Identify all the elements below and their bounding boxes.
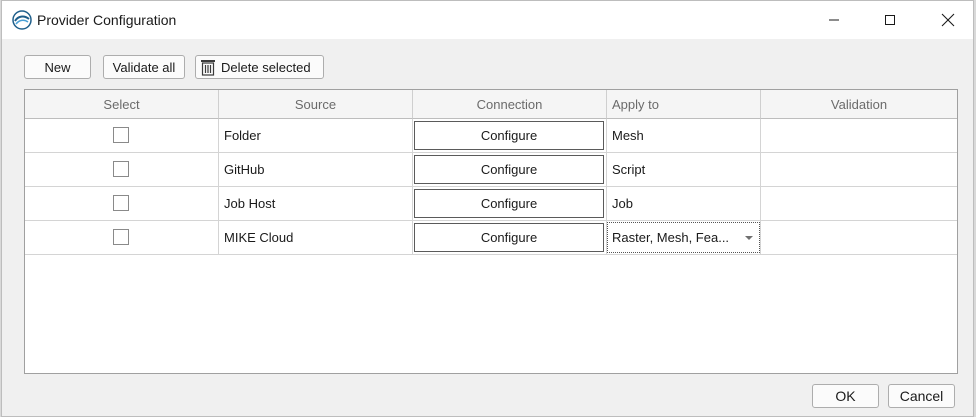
validate-all-button[interactable]: Validate all xyxy=(103,55,185,79)
configure-button[interactable]: Configure xyxy=(414,223,604,252)
column-header-validation[interactable]: Validation xyxy=(761,90,957,119)
configure-button[interactable]: Configure xyxy=(414,121,604,150)
row-select-checkbox[interactable] xyxy=(113,229,129,245)
table-row: GitHub Configure Script xyxy=(25,153,957,187)
configure-button[interactable]: Configure xyxy=(414,155,604,184)
table-row: Job Host Configure Job xyxy=(25,187,957,221)
table-row: MIKE Cloud Configure Raster, Mesh, Fea..… xyxy=(25,221,957,255)
configure-button[interactable]: Configure xyxy=(414,189,604,218)
validation-cell xyxy=(761,187,957,221)
select-cell xyxy=(25,221,219,255)
validation-cell xyxy=(761,221,957,255)
close-icon xyxy=(941,13,955,27)
row-select-checkbox[interactable] xyxy=(113,127,129,143)
apply-to-cell[interactable]: Mesh xyxy=(607,119,761,153)
apply-to-cell[interactable]: Script xyxy=(607,153,761,187)
provider-configuration-window: Provider Configuration New Validate all xyxy=(1,0,974,417)
select-cell xyxy=(25,187,219,221)
ok-button[interactable]: OK xyxy=(812,384,879,408)
title-bar[interactable]: Provider Configuration xyxy=(2,1,973,39)
new-button[interactable]: New xyxy=(24,55,91,79)
chevron-down-icon xyxy=(745,236,753,240)
trash-icon xyxy=(201,59,215,76)
source-cell: Job Host xyxy=(219,187,413,221)
validation-cell xyxy=(761,153,957,187)
validation-cell xyxy=(761,119,957,153)
select-cell xyxy=(25,119,219,153)
minimize-button[interactable] xyxy=(811,1,857,39)
column-header-source[interactable]: Source xyxy=(219,90,413,119)
provider-app-icon xyxy=(12,10,32,30)
row-select-checkbox[interactable] xyxy=(113,195,129,211)
column-header-apply-to[interactable]: Apply to xyxy=(607,90,761,119)
window-title: Provider Configuration xyxy=(37,12,177,28)
minimize-icon xyxy=(829,19,839,21)
apply-to-dropdown[interactable]: Raster, Mesh, Fea... xyxy=(607,222,760,253)
delete-selected-label: Delete selected xyxy=(221,59,311,75)
delete-selected-button[interactable]: Delete selected xyxy=(195,55,324,79)
apply-to-cell[interactable]: Job xyxy=(607,187,761,221)
apply-to-value: Raster, Mesh, Fea... xyxy=(612,230,730,245)
provider-grid: Select Source Connection Apply to Valida… xyxy=(24,89,958,374)
column-header-select[interactable]: Select xyxy=(25,90,219,119)
close-button[interactable] xyxy=(925,1,971,39)
maximize-icon xyxy=(885,15,895,25)
table-row: Folder Configure Mesh xyxy=(25,119,957,153)
source-cell: GitHub xyxy=(219,153,413,187)
column-header-connection[interactable]: Connection xyxy=(413,90,607,119)
source-cell: Folder xyxy=(219,119,413,153)
source-cell: MIKE Cloud xyxy=(219,221,413,255)
select-cell xyxy=(25,153,219,187)
row-select-checkbox[interactable] xyxy=(113,161,129,177)
cancel-button[interactable]: Cancel xyxy=(888,384,955,408)
maximize-button[interactable] xyxy=(867,1,913,39)
